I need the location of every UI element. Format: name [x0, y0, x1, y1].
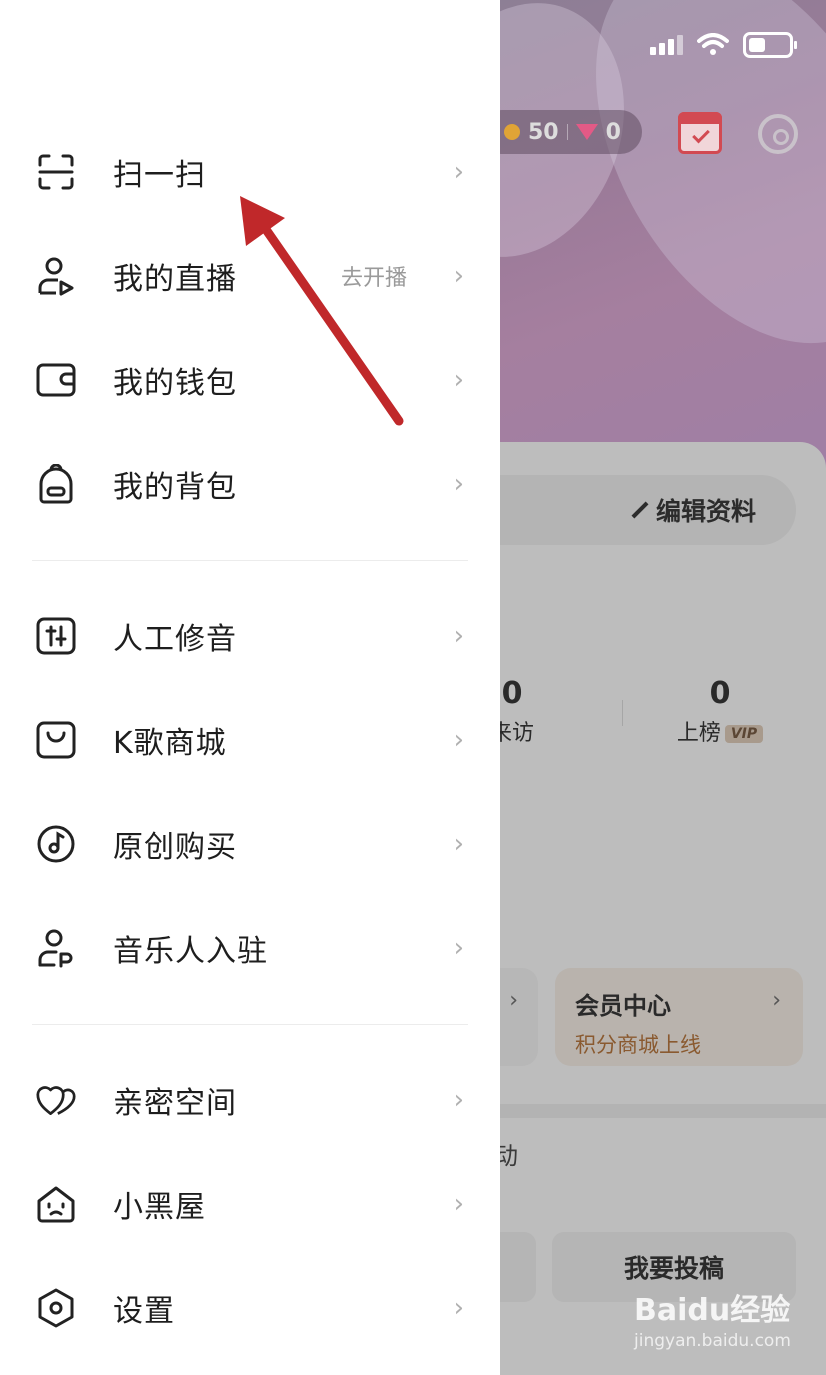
- menu-item-original-purchase[interactable]: 原创购买 ›: [0, 792, 500, 896]
- partial-text: 动: [500, 1142, 518, 1170]
- battery-icon: [743, 32, 797, 58]
- chevron-right-icon: ›: [453, 621, 464, 651]
- chevron-right-icon: ›: [453, 829, 464, 859]
- left-feature-card[interactable]: ›: [500, 968, 538, 1066]
- vip-center-card[interactable]: 会员中心 积分商城上线 ›: [555, 968, 803, 1066]
- shop-bag-icon: [36, 720, 76, 760]
- menu-item-intimate-space[interactable]: 亲密空间 ›: [0, 1048, 500, 1152]
- go-live-hint: 去开播: [340, 266, 407, 291]
- gem-icon: [575, 124, 598, 140]
- chevron-right-icon: ›: [453, 469, 464, 499]
- chevron-right-icon: ›: [453, 261, 464, 291]
- house-face-icon: [36, 1184, 76, 1224]
- pen-icon: [631, 501, 649, 519]
- left-action-button[interactable]: [500, 1232, 536, 1302]
- watermark: Baidu经验 jingyan.baidu.com: [634, 1293, 791, 1351]
- menu-item-musician-join[interactable]: 音乐人入驻 ›: [0, 896, 500, 1000]
- chevron-right-icon: ›: [453, 157, 464, 187]
- menu-item-scan[interactable]: 扫一扫 ›: [0, 120, 500, 224]
- menu-item-blacklist-room[interactable]: 小黑屋 ›: [0, 1152, 500, 1256]
- vip-badge: VIP: [724, 725, 764, 743]
- chevron-right-icon: ›: [453, 1085, 464, 1115]
- profile-header-background: [500, 0, 826, 470]
- chevron-right-icon: ›: [453, 1293, 464, 1323]
- live-user-icon: [36, 256, 76, 296]
- menu-item-label: 音乐人入驻: [113, 934, 268, 969]
- menu-item-backpack[interactable]: 我的背包 ›: [0, 432, 500, 536]
- chevron-right-icon: ›: [772, 988, 781, 1013]
- chevron-right-icon: ›: [453, 725, 464, 755]
- menu-item-voice-tuning[interactable]: 人工修音 ›: [0, 584, 500, 688]
- calendar-checkin-icon[interactable]: [678, 112, 722, 154]
- menu-item-label: 我的直播: [113, 262, 237, 297]
- coin-icon: [504, 124, 520, 140]
- wallet-stats-pill[interactable]: 50 0: [500, 110, 642, 154]
- backpack-icon: [36, 464, 76, 504]
- chevron-right-icon: ›: [453, 933, 464, 963]
- scan-icon: [36, 152, 76, 192]
- menu-item-label: K歌商城: [113, 726, 227, 761]
- menu-divider: [32, 560, 468, 561]
- coin-count: 50: [528, 119, 559, 145]
- menu-item-label: 原创购买: [113, 830, 237, 865]
- wifi-icon: [697, 33, 729, 55]
- chevron-right-icon: ›: [453, 365, 464, 395]
- menu-item-label: 我的背包: [113, 470, 237, 505]
- music-disc-icon: [36, 824, 76, 864]
- chevron-right-icon: ›: [453, 1189, 464, 1219]
- menu-item-settings[interactable]: 设置 ›: [0, 1256, 500, 1360]
- menu-item-label: 小黑屋: [113, 1190, 206, 1225]
- hearts-icon: [36, 1080, 76, 1120]
- background-profile-page: 50 0 编辑资料 0 来访 0 上榜 VIP › 会员中心 积分商城上线 › 动…: [500, 0, 826, 1375]
- menu-divider: [32, 1024, 468, 1025]
- menu-item-label: 扫一扫: [113, 158, 206, 193]
- side-drawer-menu: 扫一扫 › 我的直播 去开播 › 我的钱包 › 我的背包 › 人工修音 › K歌…: [0, 0, 500, 1375]
- menu-item-ksong-mall[interactable]: K歌商城 ›: [0, 688, 500, 792]
- cellular-signal-icon: [650, 35, 683, 55]
- menu-item-my-live[interactable]: 我的直播 去开播 ›: [0, 224, 500, 328]
- menu-item-wallet[interactable]: 我的钱包 ›: [0, 328, 500, 432]
- visits-stat[interactable]: 0 来访: [500, 676, 542, 747]
- menu-item-label: 我的钱包: [113, 366, 237, 401]
- settings-hex-icon: [36, 1288, 76, 1328]
- musician-icon: [36, 928, 76, 968]
- rank-stat[interactable]: 0 上榜 VIP: [660, 676, 780, 747]
- wallet-icon: [36, 360, 76, 400]
- menu-item-label: 设置: [113, 1294, 175, 1329]
- edit-profile-button[interactable]: 编辑资料: [500, 475, 796, 545]
- menu-item-label: 亲密空间: [113, 1086, 237, 1121]
- status-bar: [650, 32, 797, 58]
- sliders-icon: [36, 616, 76, 656]
- record-ring-icon[interactable]: [758, 114, 798, 154]
- gem-count: 0: [605, 119, 621, 145]
- menu-item-label: 人工修音: [113, 622, 237, 657]
